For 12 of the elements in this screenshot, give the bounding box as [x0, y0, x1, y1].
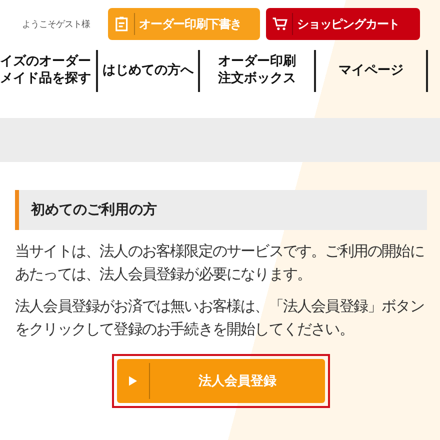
nav-link[interactable]: はじめての方へ: [98, 50, 200, 92]
clipboard-icon: [114, 16, 130, 32]
play-icon: [129, 376, 137, 386]
greeting-text: ようこそゲスト様: [22, 18, 91, 30]
nav-link[interactable]: イズのオーダー メイド品を探す: [0, 50, 98, 92]
section-heading: 初めてのご利用の方: [15, 190, 427, 230]
cart-button[interactable]: ショッピングカート: [266, 8, 420, 40]
cart-icon: [272, 16, 288, 32]
paragraph: 法人会員登録がお済では無いお客様は、「法人会員登録」ボタンをクリックして登録のお手続きを開始してください。: [15, 296, 425, 340]
paragraph: 当サイトは、法人のお客様限定のサービスです。ご利用の開始にあたっては、法人会員登録が必要になります。: [15, 241, 425, 284]
nav-link[interactable]: マイページ: [316, 50, 428, 92]
nav-link[interactable]: オーダー印刷 注文ボックス: [200, 50, 316, 92]
